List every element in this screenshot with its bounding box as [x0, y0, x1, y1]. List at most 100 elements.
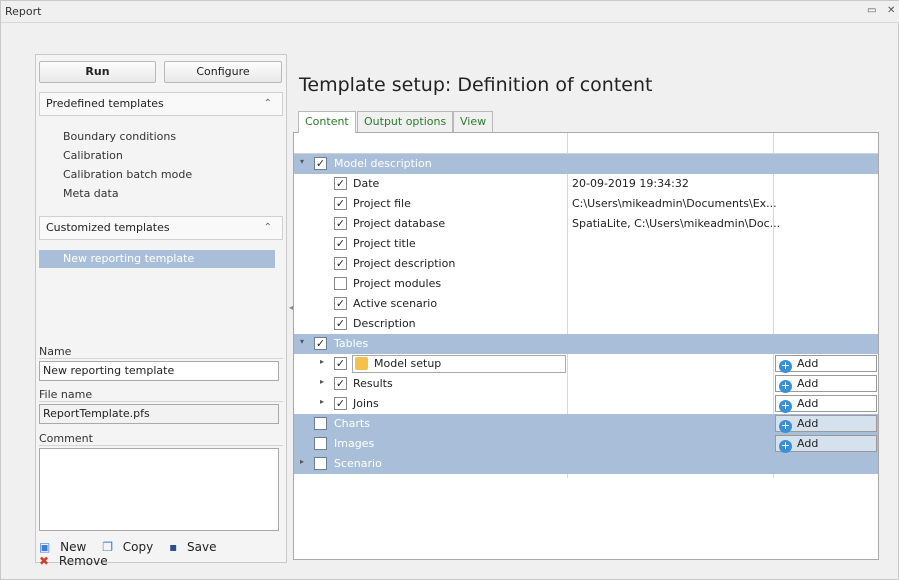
plus-circle-icon: +	[779, 399, 792, 413]
copy-icon: ❐	[102, 540, 113, 554]
row-label: Active scenario	[353, 297, 438, 310]
row-label: Model description	[334, 157, 432, 170]
page-title: Template setup: Definition of content	[299, 74, 653, 96]
comment-textarea[interactable]	[39, 448, 279, 531]
collapse-chevron-icon[interactable]: ⌃	[264, 217, 272, 239]
title-bar: Report ▭ ✕	[1, 1, 899, 23]
row-value: 20-09-2019 19:34:32	[572, 177, 689, 190]
checkbox[interactable]: ✓	[334, 297, 347, 310]
restore-icon[interactable]: ▭	[867, 6, 876, 16]
comment-label: Comment	[39, 432, 283, 446]
add-button[interactable]: + Add	[775, 355, 877, 373]
row-label: Project modules	[353, 277, 442, 290]
tree-group-row[interactable]: ▸ Scenario	[294, 454, 878, 474]
name-label: Name	[39, 345, 283, 359]
tree-row[interactable]: ▸ ✓ Joins + Add	[294, 394, 878, 414]
tree-row[interactable]: ✓ Project description	[294, 254, 878, 274]
row-label: Project file	[353, 197, 411, 210]
row-label: Scenario	[334, 457, 382, 470]
tree-row[interactable]: ✓ Date 20-09-2019 19:34:32	[294, 174, 878, 194]
report-window: Report ▭ ✕ Run Configure Predefined temp…	[0, 0, 899, 580]
checkbox[interactable]: ✓	[334, 257, 347, 270]
checkbox[interactable]: ✓	[314, 337, 327, 350]
remove-button[interactable]: ✖ Remove	[39, 554, 114, 568]
row-label: Tables	[334, 337, 369, 350]
expand-arrow-icon[interactable]: ▸	[320, 357, 324, 366]
checkbox[interactable]: ✓	[334, 397, 347, 410]
customized-templates-header[interactable]: Customized templates ⌃	[39, 216, 283, 240]
tab-content[interactable]: Content	[298, 111, 356, 133]
tree-row[interactable]: ▸ ✓ Model setup + Add	[294, 354, 878, 374]
run-button[interactable]: Run	[39, 61, 156, 83]
tree-group-row[interactable]: Images + Add	[294, 434, 878, 454]
add-button[interactable]: + Add	[775, 375, 877, 393]
checkbox[interactable]	[314, 437, 327, 450]
template-item-selected[interactable]: New reporting template	[39, 250, 275, 268]
collapse-arrow-icon[interactable]: ▾	[300, 157, 304, 166]
row-label: Results	[353, 377, 393, 390]
add-label: Add	[797, 417, 819, 430]
add-button[interactable]: + Add	[775, 435, 877, 453]
file-name-input[interactable]: ReportTemplate.pfs	[39, 404, 279, 424]
new-icon: ▣	[39, 540, 51, 554]
checkbox[interactable]: ✓	[334, 237, 347, 250]
predefined-templates-label: Predefined templates	[46, 97, 164, 110]
checkbox[interactable]	[314, 417, 327, 430]
collapse-arrow-icon[interactable]: ▾	[300, 337, 304, 346]
name-input[interactable]: New reporting template	[39, 361, 279, 381]
close-icon[interactable]: ✕	[887, 6, 895, 16]
template-item[interactable]: Calibration	[63, 149, 123, 162]
collapse-chevron-icon[interactable]: ⌃	[264, 93, 272, 115]
checkbox[interactable]	[314, 457, 327, 470]
row-label: Charts	[334, 417, 370, 430]
template-item[interactable]: Meta data	[63, 187, 119, 200]
file-name-label: File name	[39, 388, 283, 402]
template-item[interactable]: Boundary conditions	[63, 130, 176, 143]
add-button[interactable]: + Add	[775, 415, 877, 433]
tree-row[interactable]: Project modules	[294, 274, 878, 294]
checkbox[interactable]: ✓	[334, 357, 347, 370]
checkbox[interactable]: ✓	[334, 217, 347, 230]
save-button[interactable]: ▪ Save	[169, 540, 222, 554]
plus-circle-icon: +	[779, 439, 792, 453]
tree-row[interactable]: ▸ ✓ Results + Add	[294, 374, 878, 394]
tree-group-row[interactable]: Charts + Add	[294, 414, 878, 434]
new-label: New	[60, 540, 87, 554]
template-item[interactable]: Calibration batch mode	[63, 168, 192, 181]
tree-group-row[interactable]: ▾ ✓ Model description	[294, 154, 878, 174]
tree-row[interactable]: ✓ Project file C:\Users\mikeadmin\Docume…	[294, 194, 878, 214]
row-label: Images	[334, 437, 375, 450]
save-label: Save	[187, 540, 217, 554]
expand-arrow-icon[interactable]: ▸	[300, 457, 304, 466]
tree-row[interactable]: ✓ Description	[294, 314, 878, 334]
checkbox[interactable]: ✓	[334, 317, 347, 330]
plus-circle-icon: +	[779, 379, 792, 393]
configure-button[interactable]: Configure	[164, 61, 282, 83]
new-button[interactable]: ▣ New	[39, 540, 92, 554]
predefined-templates-header[interactable]: Predefined templates ⌃	[39, 92, 283, 116]
tab-view[interactable]: View	[453, 111, 494, 132]
copy-button[interactable]: ❐ Copy	[102, 540, 159, 554]
add-label: Add	[797, 357, 819, 370]
row-label: Model setup	[374, 357, 442, 370]
tree-group-row[interactable]: ▾ ✓ Tables	[294, 334, 878, 354]
tree-row[interactable]: ✓ Project title	[294, 234, 878, 254]
tree-row[interactable]: ✓ Project database SpatiaLite, C:\Users\…	[294, 214, 878, 234]
window-title: Report	[5, 5, 42, 18]
tree-row[interactable]: ✓ Active scenario	[294, 294, 878, 314]
tab-output-options[interactable]: Output options	[357, 111, 454, 132]
row-label: Description	[353, 317, 416, 330]
plus-circle-icon: +	[779, 419, 792, 433]
checkbox[interactable]: ✓	[334, 377, 347, 390]
expand-arrow-icon[interactable]: ▸	[320, 377, 324, 386]
checkbox[interactable]: ✓	[334, 197, 347, 210]
checkbox[interactable]: ✓	[314, 157, 327, 170]
copy-label: Copy	[122, 540, 154, 554]
save-icon: ▪	[169, 540, 178, 554]
checkbox[interactable]	[334, 277, 347, 290]
description-input[interactable]	[568, 314, 773, 334]
add-button[interactable]: + Add	[775, 395, 877, 413]
expand-arrow-icon[interactable]: ▸	[320, 397, 324, 406]
plus-circle-icon: +	[779, 359, 792, 373]
checkbox[interactable]: ✓	[334, 177, 347, 190]
